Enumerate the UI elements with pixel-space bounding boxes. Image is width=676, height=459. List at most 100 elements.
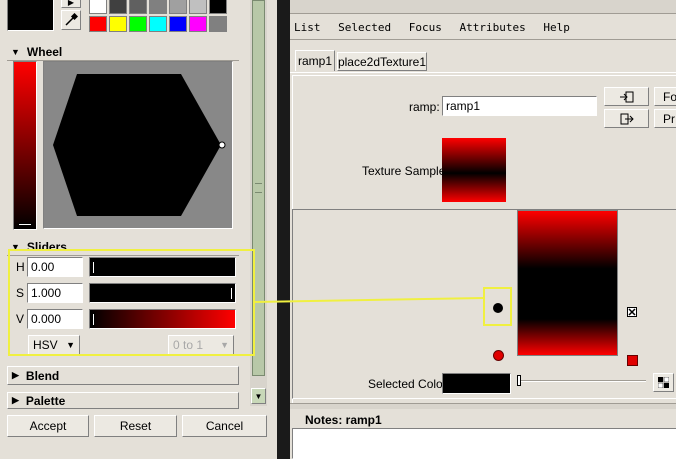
- ramp-label: ramp:: [409, 100, 440, 114]
- current-color-swatch: [7, 0, 54, 31]
- palette-swatch[interactable]: [169, 0, 187, 14]
- palette-swatch[interactable]: [129, 0, 147, 14]
- color-mode-dropdown[interactable]: HSV ▼: [28, 335, 80, 355]
- checker-icon: [658, 377, 669, 388]
- palette-swatch[interactable]: [149, 16, 167, 32]
- selected-color-slider-track[interactable]: [518, 380, 646, 382]
- input-arrow-icon: [619, 91, 633, 102]
- tab-ramp1[interactable]: ramp1: [295, 50, 335, 71]
- expand-triangle-icon: ▶: [12, 370, 19, 380]
- palette-swatch[interactable]: [89, 0, 107, 14]
- ramp-name-field[interactable]: ramp1: [442, 96, 597, 116]
- presets-button[interactable]: Pr: [654, 109, 676, 128]
- h-slider[interactable]: [89, 257, 236, 277]
- color-mode-value: HSV: [33, 338, 58, 352]
- selected-color-slider-handle[interactable]: [517, 375, 521, 386]
- menu-bar: List Selected Focus Attributes Help: [294, 21, 674, 37]
- blend-label: Blend: [25, 368, 60, 383]
- palette-swatch-grid: [88, 0, 231, 34]
- palette-label: Palette: [25, 393, 66, 408]
- value-strip-marker[interactable]: [18, 223, 32, 226]
- s-slider-handle[interactable]: [230, 287, 233, 300]
- focus-button[interactable]: Fo: [654, 87, 676, 106]
- scroll-down-button[interactable]: ▼: [251, 388, 266, 404]
- h-slider-handle[interactable]: [92, 261, 95, 274]
- texture-sample-label: Texture Sample: [362, 164, 446, 178]
- section-divider: [7, 255, 239, 256]
- palette-swatch[interactable]: [209, 0, 227, 14]
- wheel-cursor[interactable]: [218, 141, 226, 149]
- chevron-down-icon: ▼: [220, 340, 229, 350]
- ramp-gradient[interactable]: [517, 210, 618, 356]
- palette-swatch[interactable]: [189, 16, 207, 32]
- palette-swatch[interactable]: [209, 16, 227, 32]
- output-connection-button[interactable]: [604, 109, 649, 128]
- expand-triangle-icon: ▶: [12, 395, 19, 405]
- range-dropdown: 0 to 1 ▼: [168, 335, 234, 355]
- notes-label: Notes: ramp1: [305, 413, 382, 427]
- h-field[interactable]: 0.00: [27, 257, 83, 277]
- texture-sample-swatch[interactable]: [442, 138, 506, 202]
- palette-swatch[interactable]: [109, 0, 127, 14]
- palette-swatch[interactable]: [129, 16, 147, 32]
- cancel-button[interactable]: Cancel: [182, 415, 267, 437]
- chevron-down-icon: ▼: [66, 340, 75, 350]
- eyedropper-button[interactable]: [61, 10, 81, 30]
- collapse-triangle-icon: ▼: [11, 241, 20, 252]
- s-field[interactable]: 1.000: [27, 283, 83, 303]
- wheel-label: Wheel: [26, 44, 63, 59]
- value-strip[interactable]: [13, 61, 37, 230]
- notes-textarea[interactable]: [292, 428, 676, 459]
- sliders-label: Sliders: [26, 239, 67, 254]
- ramp-editor-area: [292, 209, 676, 399]
- selected-color-label: Selected Color: [368, 377, 447, 391]
- palette-swatch[interactable]: [89, 16, 107, 32]
- palette-swatch[interactable]: [169, 16, 187, 32]
- menu-selected[interactable]: Selected: [338, 21, 391, 34]
- notes-divider[interactable]: [290, 403, 676, 409]
- input-connection-button[interactable]: [604, 87, 649, 106]
- accept-button[interactable]: Accept: [7, 415, 89, 437]
- sliders-section-header[interactable]: ▼ Sliders: [7, 238, 239, 255]
- palette-swatch[interactable]: [109, 16, 127, 32]
- palette-swatch[interactable]: [189, 0, 207, 14]
- s-slider[interactable]: [89, 283, 236, 303]
- v-label: V: [16, 312, 25, 326]
- range-value: 0 to 1: [173, 338, 204, 352]
- delete-entry-black-icon[interactable]: [627, 307, 637, 317]
- texture-map-button[interactable]: [653, 373, 674, 392]
- v-slider[interactable]: [89, 309, 236, 329]
- chooser-scrollbar[interactable]: ▼: [250, 0, 267, 406]
- palette-arrow-button[interactable]: ▶: [61, 0, 81, 8]
- output-arrow-icon: [620, 113, 634, 124]
- eyedropper-icon: [65, 13, 78, 26]
- color-entry-handle-red[interactable]: [493, 350, 504, 361]
- delete-entry-red-icon[interactable]: [627, 355, 638, 366]
- color-entry-handle-selected[interactable]: [493, 303, 503, 313]
- h-label: H: [16, 260, 25, 274]
- v-slider-handle[interactable]: [92, 313, 95, 326]
- tab-underline: [290, 72, 676, 73]
- selected-color-swatch[interactable]: [442, 373, 511, 394]
- editor-top-bar: [290, 0, 676, 14]
- wheel-section-header[interactable]: ▼ Wheel: [7, 43, 239, 60]
- tab-place2dtexture1[interactable]: place2dTexture1: [337, 52, 427, 71]
- menu-help[interactable]: Help: [543, 21, 570, 34]
- collapse-triangle-icon: ▼: [11, 46, 20, 57]
- palette-swatch[interactable]: [149, 0, 167, 14]
- menu-focus[interactable]: Focus: [409, 21, 442, 34]
- menu-separator: [290, 39, 676, 40]
- scroll-grip-icon: [255, 183, 262, 193]
- window-gap: [277, 0, 290, 459]
- palette-section-header[interactable]: ▶ Palette: [7, 392, 239, 409]
- color-hexagon[interactable]: [44, 62, 234, 230]
- reset-button[interactable]: Reset: [94, 415, 177, 437]
- menu-list[interactable]: List: [294, 21, 321, 34]
- blend-section-header[interactable]: ▶ Blend: [7, 366, 239, 385]
- s-label: S: [16, 286, 25, 300]
- play-icon: ▶: [67, 0, 75, 7]
- chevron-down-icon: ▼: [254, 391, 263, 401]
- menu-attributes[interactable]: Attributes: [459, 21, 525, 34]
- v-field[interactable]: 0.000: [27, 309, 83, 329]
- color-wheel-area[interactable]: [43, 61, 233, 229]
